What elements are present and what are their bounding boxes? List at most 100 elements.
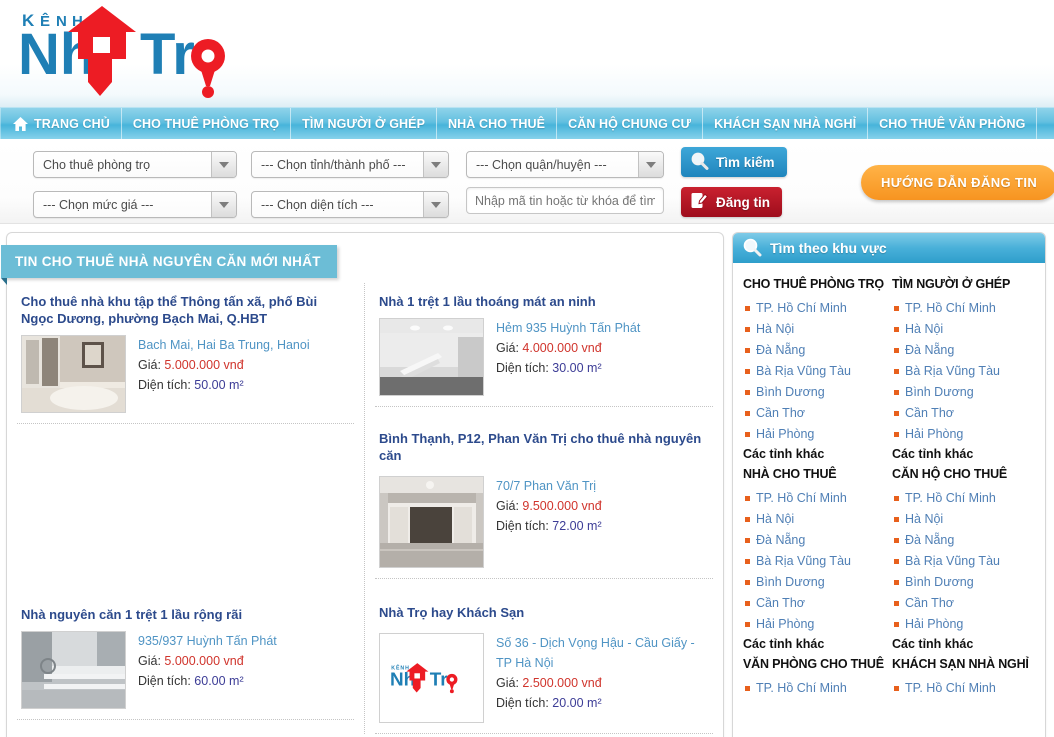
city-link[interactable]: Bình Dương [892,572,1041,593]
nav-label: TRANG CHỦ [34,116,110,131]
category-title: TÌM NGƯỜI Ở GHÉP [892,277,1011,291]
city-link[interactable]: Đà Nẵng [743,340,892,361]
city-link[interactable]: Bình Dương [743,382,892,403]
city-link[interactable]: Cần Thơ [892,593,1041,614]
city-link[interactable]: Hải Phòng [743,614,892,635]
nav-item-khach-san-nha-nghi[interactable]: KHÁCH SẠN NHÀ NGHỈ [703,108,869,139]
other-provinces-link[interactable]: Các tỉnh khác [743,637,892,651]
listing-thumbnail[interactable] [21,631,126,709]
listing-thumbnail[interactable]: KÊNH Nh Tr [379,633,484,723]
listing-thumbnail[interactable] [379,476,484,568]
price-label: Giá: [496,341,519,355]
category-title: CHO THUÊ PHÒNG TRỌ [743,277,884,291]
keyword-input[interactable] [466,187,664,214]
listing-item[interactable]: Nhà 1 trệt 1 lầu thoáng mát an ninh Hẻm … [375,283,713,407]
listings-column-right: Nhà 1 trệt 1 lầu thoáng mát an ninh Hẻm … [365,283,723,734]
price-select[interactable]: --- Chọn mức giá --- [33,191,237,218]
city-link[interactable]: TP. Hồ Chí Minh [892,488,1041,509]
district-select[interactable]: --- Chọn quận/huyện --- [466,151,664,178]
city-link[interactable]: TP. Hồ Chí Minh [743,678,892,699]
nav-label: KHÁCH SẠN NHÀ NGHỈ [714,116,857,131]
city-link[interactable]: Bình Dương [743,572,892,593]
city-link[interactable]: Đà Nẵng [892,530,1041,551]
other-provinces-link[interactable]: Các tỉnh khác [892,637,1041,651]
nav-label: CHO THUÊ VĂN PHÒNG [879,116,1026,131]
area-label: Diện tích: [496,361,549,375]
chevron-down-icon [423,192,448,217]
nav-label: NHÀ CHO THUÊ [448,116,546,131]
other-provinces-link[interactable]: Các tỉnh khác [743,447,892,461]
nav-item-cho-thue-phong-tro[interactable]: CHO THUÊ PHÒNG TRỌ [122,108,292,139]
listing-title[interactable]: Nhà nguyên căn 1 trệt 1 lầu rộng rãi [21,606,350,623]
nav-item-cho-thue-van-phong[interactable]: CHO THUÊ VĂN PHÒNG [868,108,1038,139]
sidebar-category-khach-san-nha-nghi: KHÁCH SẠN NHÀ NGHỈ TP. Hồ Chí Minh [892,651,1041,699]
other-provinces-link[interactable]: Các tỉnh khác [892,447,1041,461]
city-link[interactable]: Bình Dương [892,382,1041,403]
area-label: Diện tích: [138,378,191,392]
city-link[interactable]: Đà Nẵng [892,340,1041,361]
city-link[interactable]: Cần Thơ [743,403,892,424]
nav-item-nha-cho-thue[interactable]: NHÀ CHO THUÊ [437,108,558,139]
listing-title[interactable]: Nhà Trọ hay Khách Sạn [379,604,709,621]
city-link[interactable]: TP. Hồ Chí Minh [892,298,1041,319]
panel-title: TIN CHO THUÊ NHÀ NGUYÊN CĂN MỚI NHẤT [15,254,321,269]
city-link[interactable]: Hà Nội [743,319,892,340]
listing-thumbnail[interactable] [21,335,126,413]
city-link[interactable]: Bà Rịa Vũng Tàu [743,551,892,572]
province-select[interactable]: --- Chọn tỉnh/thành phố --- [251,151,449,178]
city-link[interactable]: Hà Nội [892,319,1041,340]
listing-item[interactable]: Bình Thạnh, P12, Phan Văn Trị cho thuê n… [375,420,713,579]
page-root: K Ê N H Nh Tr TRANG CHỦ CHO THUÊ PHÒNG T… [0,0,1054,737]
listing-title[interactable]: Bình Thạnh, P12, Phan Văn Trị cho thuê n… [379,430,709,464]
listing-item[interactable]: Nhà nguyên căn 1 trệt 1 lầu rộng rãi 935… [17,596,354,720]
city-link[interactable]: Đà Nẵng [743,530,892,551]
site-header: K Ê N H Nh Tr [0,0,1054,107]
search-button[interactable]: Tìm kiếm [681,147,787,177]
city-link[interactable]: TP. Hồ Chí Minh [743,488,892,509]
listing-meta: 70/7 Phan Văn Trị Giá: 9.500.000 vnđ Diệ… [496,476,602,568]
area-select[interactable]: --- Chọn diện tích --- [251,191,449,218]
area-value: --- Chọn diện tích --- [261,197,374,212]
svg-text:Tr: Tr [429,669,447,690]
price-value: --- Chọn mức giá --- [43,197,154,212]
posting-guide-label: HƯỚNG DẪN ĐĂNG TIN [881,175,1038,190]
city-link[interactable]: Bà Rịa Vũng Tàu [743,361,892,382]
nav-item-can-ho-chung-cu[interactable]: CĂN HỘ CHUNG CƯ [557,108,704,139]
city-link[interactable]: Cần Thơ [743,593,892,614]
listing-type-select[interactable]: Cho thuê phòng trọ [33,151,237,178]
listing-address[interactable]: 935/937 Huỳnh Tấn Phát [138,631,277,651]
listing-address[interactable]: Hẻm 935 Huỳnh Tấn Phát [496,318,640,338]
area-label: Diện tích: [496,696,549,710]
category-row: CHO THUÊ PHÒNG TRỌ TP. Hồ Chí Minh Hà Nộ… [743,271,1041,461]
nav-item-tim-nguoi-o-ghep[interactable]: TÌM NGƯỜI Ở GHÉP [291,108,438,139]
city-link[interactable]: Hải Phòng [743,424,892,445]
city-link[interactable]: Hà Nội [743,509,892,530]
listings-grid: Cho thuê nhà khu tập thể Thông tấn xã, p… [7,283,723,734]
region-search-sidebar: Tìm theo khu vực CHO THUÊ PHÒNG TRỌ TP. … [732,232,1046,737]
city-link[interactable]: TP. Hồ Chí Minh [743,298,892,319]
listing-title[interactable]: Nhà 1 trệt 1 lầu thoáng mát an ninh [379,293,709,310]
site-logo[interactable]: K Ê N H Nh Tr [12,4,282,99]
listing-item[interactable]: Nhà Trọ hay Khách Sạn KÊNH Nh Tr Số 36 -… [375,594,713,734]
listing-thumbnail[interactable] [379,318,484,396]
nav-item-trang-chu[interactable]: TRANG CHỦ [0,108,122,139]
city-link[interactable]: Hà Nội [892,509,1041,530]
listing-area: 50.00 m² [194,378,244,392]
category-title: KHÁCH SẠN NHÀ NGHỈ [892,657,1029,671]
listing-address[interactable]: Số 36 - Dịch Vọng Hậu - Cầu Giấy - TP Hà… [496,633,709,673]
listing-price: 9.500.000 vnđ [522,499,602,513]
city-link[interactable]: Hải Phòng [892,614,1041,635]
listing-title[interactable]: Cho thuê nhà khu tập thể Thông tấn xã, p… [21,293,350,327]
post-ad-button[interactable]: Đăng tin [681,187,782,217]
city-link[interactable]: Bà Rịa Vũng Tàu [892,551,1041,572]
posting-guide-button[interactable]: HƯỚNG DẪN ĐĂNG TIN [861,165,1054,200]
home-icon [12,116,29,132]
listing-item[interactable]: Cho thuê nhà khu tập thể Thông tấn xã, p… [17,283,354,424]
listing-address[interactable]: Bach Mai, Hai Ba Trung, Hanoi [138,335,310,355]
city-link[interactable]: Hải Phòng [892,424,1041,445]
city-link[interactable]: Bà Rịa Vũng Tàu [892,361,1041,382]
city-link[interactable]: Cần Thơ [892,403,1041,424]
city-link[interactable]: TP. Hồ Chí Minh [892,678,1041,699]
listing-address[interactable]: 70/7 Phan Văn Trị [496,476,602,496]
listing-area: 20.00 m² [552,696,602,710]
